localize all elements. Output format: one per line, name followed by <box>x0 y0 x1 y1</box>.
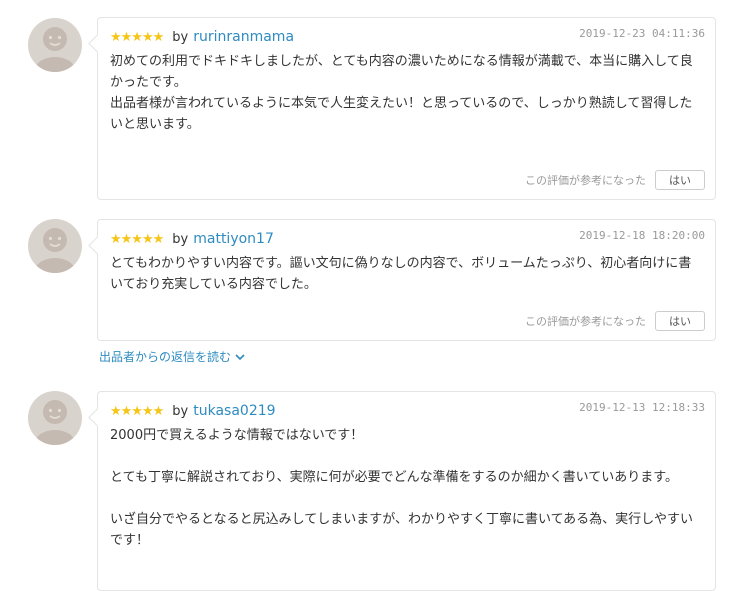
helpful-section: この評価が参考になった はい <box>525 170 705 190</box>
review-text: 2000円で買えるような情報ではないです！ とても丁寧に解説されており、実際に何… <box>110 428 694 548</box>
review-date: 2019-12-18 18:20:00 <box>579 229 705 242</box>
review-header: ★★★★★ by rurinranmama <box>110 27 294 47</box>
read-seller-reply-link[interactable]: 出品者からの返信を読む <box>99 348 245 365</box>
chevron-down-icon <box>235 350 245 364</box>
rating-stars: ★★★★★ <box>110 29 164 45</box>
user-avatar-icon <box>28 18 82 72</box>
reviewer-name-link[interactable]: rurinranmama <box>193 29 294 45</box>
by-label: by <box>172 403 189 419</box>
review-card: ★★★★★ by mattiyon17 2019-12-18 18:20:00 … <box>97 219 716 341</box>
review-header: ★★★★★ by mattiyon17 <box>110 229 274 249</box>
helpful-yes-button[interactable]: はい <box>655 311 705 331</box>
by-label: by <box>172 231 189 247</box>
reviewer-name-link[interactable]: mattiyon17 <box>193 231 274 247</box>
review-card: ★★★★★ by rurinranmama 2019-12-23 04:11:3… <box>97 17 716 200</box>
rating-stars: ★★★★★ <box>110 231 164 247</box>
helpful-label: この評価が参考になった <box>525 174 646 187</box>
review-text: 初めての利用でドキドキしましたが、とても内容の濃いためになる情報が満載で、本当に… <box>110 54 693 132</box>
review-date: 2019-12-23 04:11:36 <box>579 27 705 40</box>
review-card: ★★★★★ by tukasa0219 2019-12-13 12:18:33 … <box>97 391 716 591</box>
user-avatar-icon <box>28 391 82 445</box>
rating-stars: ★★★★★ <box>110 403 164 419</box>
helpful-label: この評価が参考になった <box>525 315 646 328</box>
user-avatar-icon <box>28 219 82 273</box>
reviewer-name-link[interactable]: tukasa0219 <box>193 403 275 419</box>
review-text: とてもわかりやすい内容です。謳い文句に偽りなしの内容で、ボリュームたっぷり、初心… <box>110 256 692 292</box>
review-date: 2019-12-13 12:18:33 <box>579 401 705 414</box>
reply-link-label: 出品者からの返信を読む <box>99 350 232 364</box>
by-label: by <box>172 29 189 45</box>
helpful-yes-button[interactable]: はい <box>655 170 705 190</box>
helpful-section: この評価が参考になった はい <box>525 311 705 331</box>
review-header: ★★★★★ by tukasa0219 <box>110 401 276 421</box>
